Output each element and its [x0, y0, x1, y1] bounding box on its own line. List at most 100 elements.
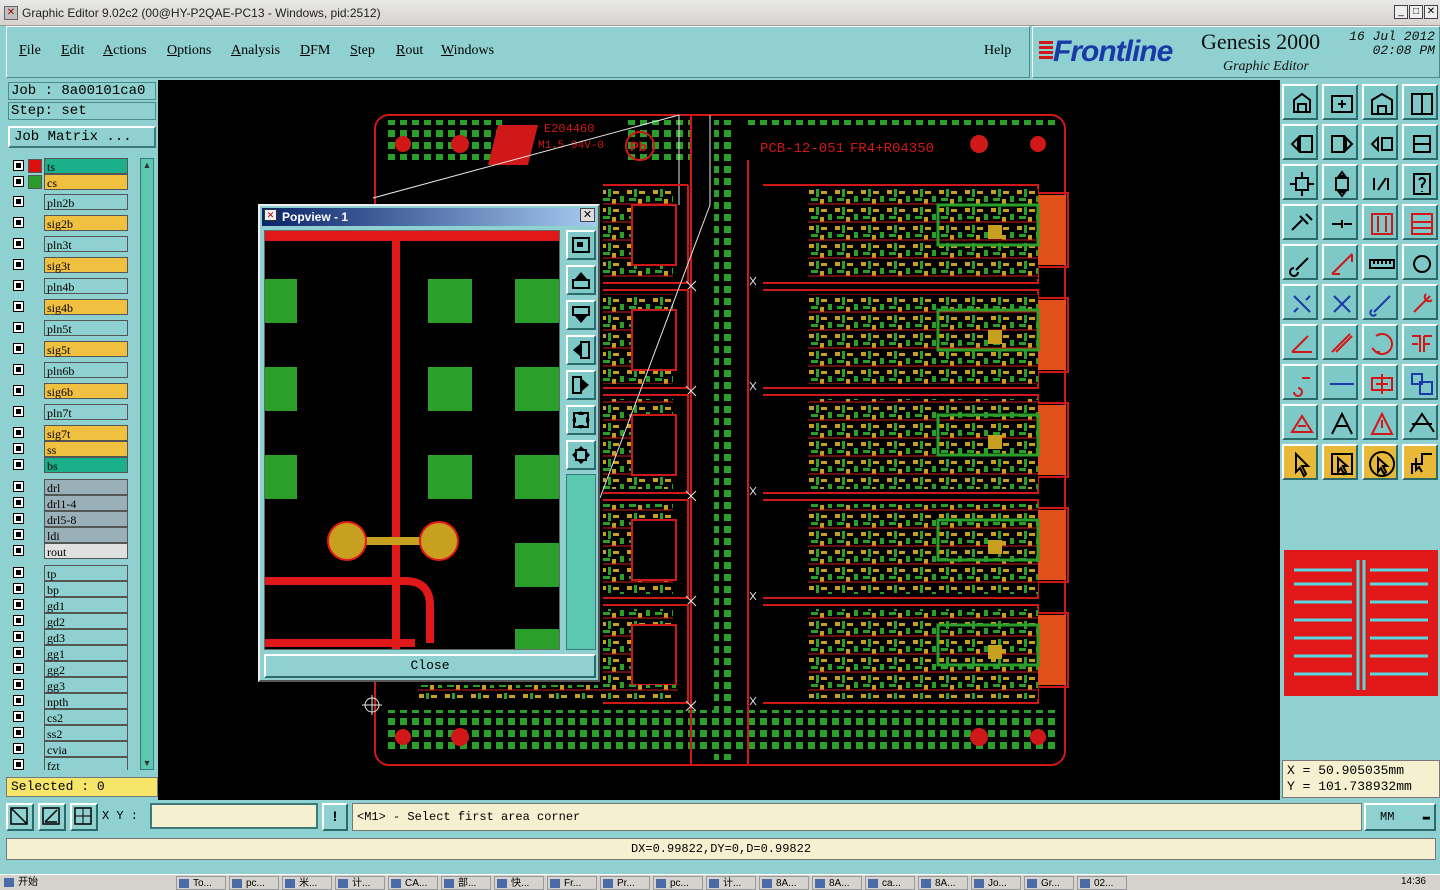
layer-checkbox[interactable]	[13, 280, 24, 291]
taskbar-window-button[interactable]: pc...	[653, 876, 703, 890]
layer-checkbox[interactable]	[13, 406, 24, 417]
layer-row-gg1[interactable]: gg1	[8, 645, 132, 661]
taskbar-window-button[interactable]: 8A...	[812, 876, 862, 890]
layer-checkbox[interactable]	[13, 545, 24, 556]
layer-checkbox[interactable]	[13, 385, 24, 396]
layer-checkbox[interactable]	[13, 217, 24, 228]
layer-name[interactable]: pln5t	[44, 320, 128, 336]
taskbar-window-button[interactable]: ca...	[865, 876, 915, 890]
pan-center-button[interactable]	[1402, 124, 1438, 160]
popview-pan-right-button[interactable]	[566, 370, 596, 400]
add-line-button[interactable]	[1322, 244, 1358, 280]
layer-checkbox[interactable]	[13, 679, 24, 690]
menu-dfm[interactable]: DFM	[300, 43, 330, 59]
layer-row-sig6b[interactable]: sig6b	[8, 383, 132, 399]
layer-row-pln2b[interactable]: pln2b	[8, 194, 132, 210]
layer-row-pln5t[interactable]: pln5t	[8, 320, 132, 336]
layer-name[interactable]: bs	[44, 457, 128, 473]
layer-checkbox[interactable]	[13, 497, 24, 508]
angle-mode-button[interactable]	[38, 803, 66, 831]
popview-close-icon[interactable]: ✕	[580, 208, 595, 222]
xy-coordinate-input[interactable]	[150, 803, 318, 829]
popview-zoom-tool-button[interactable]	[566, 230, 596, 260]
layer-checkbox[interactable]	[13, 599, 24, 610]
layer-name[interactable]: cs2	[44, 709, 128, 725]
layer-scrollbar[interactable]: ▲ ▼	[140, 158, 154, 770]
layer-row-tp[interactable]: tp	[8, 565, 132, 581]
layer-name[interactable]: pln6b	[44, 362, 128, 378]
close-window-button[interactable]: ✕	[1424, 5, 1438, 19]
layer-checkbox[interactable]	[13, 513, 24, 524]
layer-name[interactable]: ldi	[44, 527, 128, 543]
popview-zoom-home-button[interactable]	[566, 405, 596, 435]
add-circle-button[interactable]	[1402, 244, 1438, 280]
zoom-in-button[interactable]	[1322, 84, 1358, 120]
layer-row-rout[interactable]: rout	[8, 543, 132, 559]
layer-row-pln7t[interactable]: pln7t	[8, 404, 132, 420]
split-line-button[interactable]	[1322, 364, 1358, 400]
layer-row-sig7t[interactable]: sig7t	[8, 425, 132, 441]
stretch-button[interactable]	[1362, 364, 1398, 400]
layer-checkbox[interactable]	[13, 176, 24, 187]
layer-name[interactable]: drl1-4	[44, 495, 128, 511]
layer-checkbox[interactable]	[13, 364, 24, 375]
select-feature-button[interactable]	[1322, 444, 1358, 480]
taskbar-window-button[interactable]: 8A...	[918, 876, 968, 890]
popview-close-button[interactable]: Close	[264, 654, 596, 678]
scroll-down-icon[interactable]: ▼	[141, 757, 153, 769]
popview-pan-down-button[interactable]	[566, 300, 596, 330]
start-button[interactable]: 开始	[2, 876, 52, 890]
taskbar-window-button[interactable]: Fr...	[547, 876, 597, 890]
select-area-button[interactable]	[1362, 444, 1398, 480]
layer-name[interactable]: sig3t	[44, 257, 128, 273]
menu-windows[interactable]: Windows	[441, 43, 494, 59]
layer-checkbox[interactable]	[13, 647, 24, 658]
scroll-up-icon[interactable]: ▲	[141, 159, 153, 171]
layer-row-gg2[interactable]: gg2	[8, 661, 132, 677]
layer-checkbox[interactable]	[13, 238, 24, 249]
layer-row-ss[interactable]: ss	[8, 441, 132, 457]
layer-checkbox[interactable]	[13, 695, 24, 706]
layer-row-drl1-4[interactable]: drl1-4	[8, 495, 132, 511]
layer-row-sig3t[interactable]: sig3t	[8, 257, 132, 273]
popview-zoom-view[interactable]	[265, 231, 559, 649]
exclaim-button[interactable]: !	[322, 803, 348, 831]
layer-row-sig5t[interactable]: sig5t	[8, 341, 132, 357]
layer-checkbox[interactable]	[13, 615, 24, 626]
layer-row-ldi[interactable]: ldi	[8, 527, 132, 543]
popview-canvas[interactable]	[264, 230, 560, 650]
layer-name[interactable]: gg2	[44, 661, 128, 677]
layer-row-gd3[interactable]: gd3	[8, 629, 132, 645]
layer-name[interactable]: tp	[44, 565, 128, 581]
zoom-profile-button[interactable]	[1322, 164, 1358, 200]
taskbar-window-button[interactable]: 8A...	[759, 876, 809, 890]
menu-step[interactable]: Step	[350, 43, 375, 59]
layer-checkbox[interactable]	[13, 443, 24, 454]
layer-row-cs2[interactable]: cs2	[8, 709, 132, 725]
layer-name[interactable]: gd1	[44, 597, 128, 613]
layer-name[interactable]: sig5t	[44, 341, 128, 357]
layer-row-cvia[interactable]: cvia	[8, 741, 132, 757]
snap-mode-button[interactable]	[6, 803, 34, 831]
popview-pan-up-button[interactable]	[566, 265, 596, 295]
layer-name[interactable]: sig2b	[44, 215, 128, 231]
zoom-area-button[interactable]	[1362, 84, 1398, 120]
arc-button[interactable]	[1322, 404, 1358, 440]
layer-row-bs[interactable]: bs	[8, 457, 132, 473]
draw-line-button[interactable]	[1322, 324, 1358, 360]
pan-left-button[interactable]	[1282, 124, 1318, 160]
layer-checkbox[interactable]	[13, 259, 24, 270]
layer-name[interactable]: sig7t	[44, 425, 128, 441]
layer-name[interactable]: gd2	[44, 613, 128, 629]
layer-checkbox[interactable]	[13, 529, 24, 540]
transform-button[interactable]	[1402, 364, 1438, 400]
select-net-button[interactable]	[1402, 444, 1438, 480]
layer-name[interactable]: ts	[44, 158, 128, 174]
layer-stack-button[interactable]	[1402, 204, 1438, 240]
layer-row-pln4b[interactable]: pln4b	[8, 278, 132, 294]
cut-button[interactable]	[1282, 404, 1318, 440]
measure-button[interactable]	[1282, 204, 1318, 240]
layer-name[interactable]: sig4b	[44, 299, 128, 315]
layer-name[interactable]: gd3	[44, 629, 128, 645]
menu-rout[interactable]: Rout	[396, 43, 423, 59]
